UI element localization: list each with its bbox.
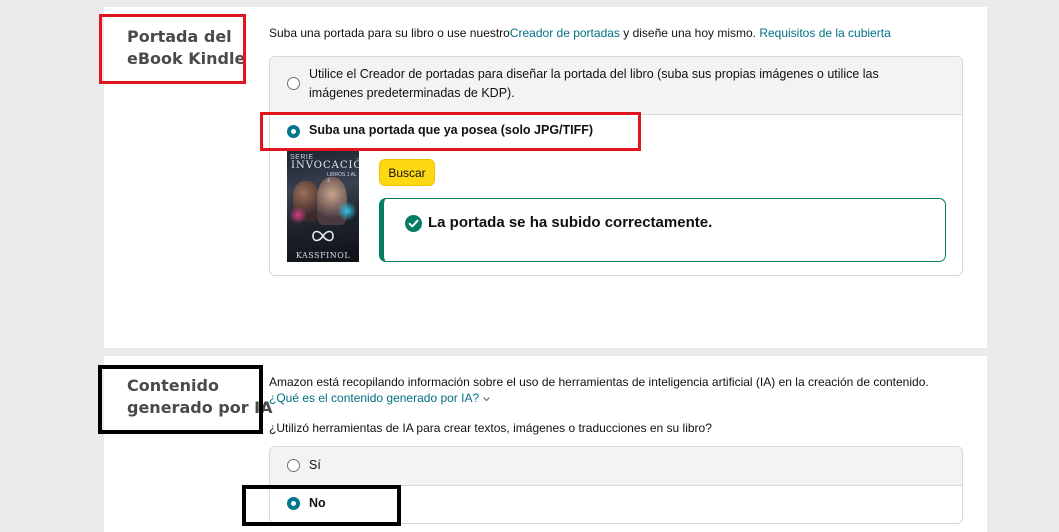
option-yes-row[interactable] — [270, 447, 962, 486]
cover-desc-prefix: Suba una portada para su libro o use nue… — [269, 26, 510, 40]
option-creator-line1: Utilice el Creador de portadas para dise… — [309, 67, 879, 81]
cover-description: Suba una portada para su libro o use nue… — [269, 25, 891, 41]
ai-question: ¿Utilizó herramientas de IA para crear t… — [269, 421, 712, 435]
annotation-black-box-title — [98, 365, 263, 434]
ai-description: Amazon está recopilando información sobr… — [269, 375, 929, 389]
ai-what-is-link[interactable]: ¿Qué es el contenido generado por IA? — [269, 391, 479, 405]
cover-requirements-link[interactable]: Requisitos de la cubierta — [759, 26, 890, 40]
cover-thumbnail: SERIE INVOCACIÓN LIBROS 1 AL 3 KASSFINOL — [287, 151, 359, 262]
cover-desc-middle: y diseñe una hoy mismo. — [619, 26, 760, 40]
radio-ai-yes[interactable] — [287, 459, 300, 472]
success-message: La portada se ha subido correctamente. — [428, 214, 713, 231]
option-creator-label: Utilice el Creador de portadas para dise… — [309, 65, 949, 103]
success-alert: La portada se ha subido correctamente. — [379, 198, 946, 262]
cover-creator-link[interactable]: Creador de portadas — [510, 26, 620, 40]
cover-text-title: INVOCACIÓN — [291, 160, 359, 171]
cover-glow-1 — [337, 201, 357, 221]
cover-infinity-emblem-icon — [312, 230, 334, 242]
chevron-down-icon[interactable] — [482, 396, 491, 402]
cover-text-subtitle: LIBROS 1 AL 3 — [327, 172, 357, 184]
option-creator-line2: imágenes predeterminadas de KDP). — [309, 86, 515, 100]
ai-what-is-link-wrap: ¿Qué es el contenido generado por IA? — [269, 390, 491, 406]
browse-button[interactable]: Buscar — [379, 159, 435, 186]
option-yes-label: Sí — [309, 458, 321, 472]
annotation-black-box-no — [242, 485, 401, 526]
cover-glow-2 — [289, 206, 307, 224]
annotation-red-box-upload — [260, 112, 641, 151]
annotation-red-box-title — [99, 14, 246, 84]
cover-text-author: KASSFINOL — [295, 251, 351, 260]
radio-cover-creator[interactable] — [287, 77, 300, 90]
check-circle-icon — [405, 215, 422, 232]
